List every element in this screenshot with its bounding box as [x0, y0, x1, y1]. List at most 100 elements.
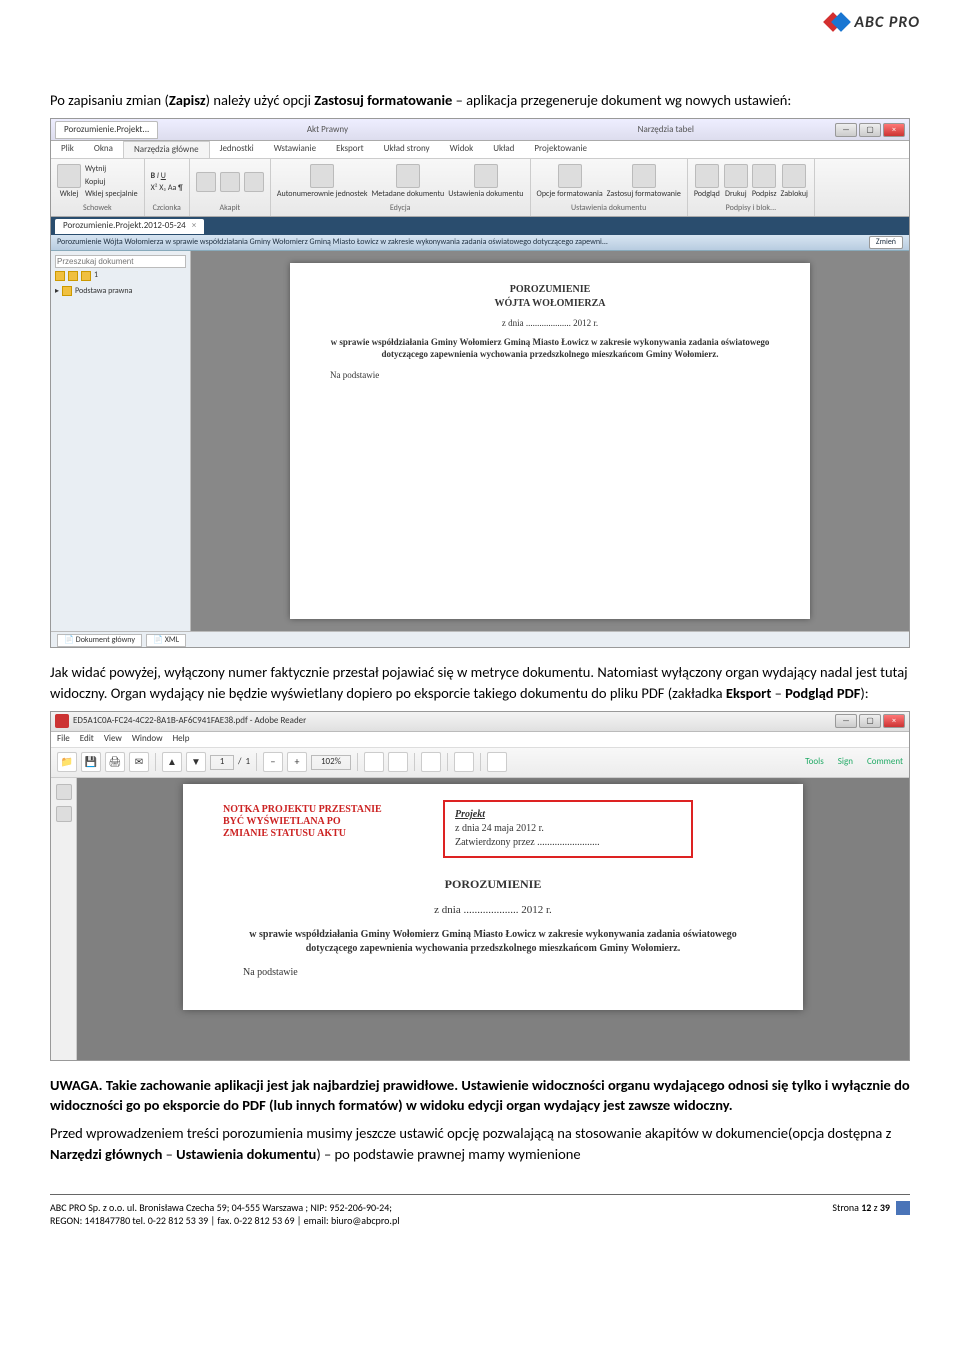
tab-jednostki[interactable]: Jednostki	[210, 141, 264, 158]
menu-view[interactable]: View	[104, 733, 122, 746]
ribbon-group-schowek: Wklej Wytnij Kopiuj Wklej specjalnie Sch…	[51, 159, 145, 216]
sign-link[interactable]: Sign	[838, 756, 853, 769]
tree-icon[interactable]	[68, 271, 78, 281]
ribbon: Wklej Wytnij Kopiuj Wklej specjalnie Sch…	[51, 159, 909, 217]
close-button[interactable]: ×	[883, 714, 905, 728]
comment-link[interactable]: Comment	[867, 756, 903, 769]
minimize-button[interactable]: —	[835, 714, 857, 728]
document-tab[interactable]: Porozumienie.Projekt.2012-05-24×	[55, 219, 204, 234]
paste-button[interactable]: Wklej	[57, 164, 81, 200]
menu-help[interactable]: Help	[173, 733, 190, 746]
reader-canvas[interactable]: NOTKA PROJEKTU PRZESTANIE BYĆ WYŚWIETLAN…	[77, 778, 909, 1061]
font-bold-italic-underline[interactable]: B I U	[151, 171, 183, 182]
thumbnails-icon[interactable]	[56, 784, 72, 800]
page-up-icon[interactable]: ▲	[162, 752, 182, 772]
tool-icon-4[interactable]	[454, 752, 474, 772]
document-info-text: Porozumienie Wójta Wołomierza w sprawie …	[57, 237, 608, 248]
paste-special-button[interactable]: Wklej specjalnie	[85, 189, 138, 200]
paste-icon	[57, 164, 81, 188]
format-options-button[interactable]: Opcje formatowania	[537, 164, 603, 200]
tools-link[interactable]: Tools	[805, 756, 824, 769]
print-icon	[724, 164, 748, 188]
menu-edit[interactable]: Edit	[80, 733, 94, 746]
copy-button[interactable]: Kopiuj	[85, 177, 138, 188]
sign-button[interactable]: Podpisz	[752, 164, 777, 200]
settings-icon	[474, 164, 498, 188]
reader-sidebar	[51, 778, 77, 1061]
pdf-title: POROZUMIENIE	[243, 876, 743, 893]
pdf-page: NOTKA PROJEKTU PRZESTANIE BYĆ WYŚWIETLAN…	[183, 784, 803, 1010]
align-icon-2[interactable]	[220, 172, 240, 192]
tab-uklad[interactable]: Układ	[483, 141, 524, 158]
close-button[interactable]: ×	[883, 123, 905, 137]
window-title-center: Akt Prawny	[158, 124, 496, 137]
doc-date: z dnia .................... 2012 r.	[330, 317, 770, 330]
tab-plik[interactable]: Plik	[51, 141, 84, 158]
pdf-date: z dnia .................... 2012 r.	[243, 903, 743, 918]
tab-eksport[interactable]: Eksport	[326, 141, 374, 158]
lock-icon	[782, 164, 806, 188]
attachments-icon[interactable]	[56, 806, 72, 822]
tab-close-icon[interactable]: ×	[192, 220, 196, 231]
tab-projektowanie[interactable]: Projektowanie	[524, 141, 597, 158]
menu-window[interactable]: Window	[132, 733, 163, 746]
maximize-button[interactable]: ▢	[859, 714, 881, 728]
page-marker-icon	[896, 1201, 910, 1215]
page-down-icon[interactable]: ▼	[186, 752, 206, 772]
menu-file[interactable]: File	[57, 733, 70, 746]
settings-button[interactable]: Ustawienia dokumentu	[448, 164, 523, 200]
zoom-level[interactable]: 102%	[311, 755, 351, 770]
header-logo: ABC PRO	[826, 10, 920, 34]
footer-right: Strona 12 z 39	[832, 1201, 910, 1215]
tool-icon-3[interactable]	[421, 752, 441, 772]
tree-item-podstawa-prawna[interactable]: ▸Podstawa prawna	[55, 284, 186, 299]
save-icon[interactable]: 💾	[81, 752, 101, 772]
align-icon[interactable]	[196, 172, 216, 192]
document-info-bar: Porozumienie Wójta Wołomierza w sprawie …	[51, 235, 909, 251]
lock-button[interactable]: Zablokuj	[781, 164, 808, 200]
open-file-icon[interactable]: 📁	[57, 752, 77, 772]
zoom-out-icon[interactable]: −	[263, 752, 283, 772]
doc-title-1: POROZUMIENIE	[330, 283, 770, 297]
orb-button[interactable]: Porozumienie.Projekt...	[55, 121, 158, 140]
change-button[interactable]: Zmień	[869, 236, 903, 249]
search-input[interactable]	[55, 255, 186, 268]
page-current[interactable]: 1	[210, 755, 234, 770]
tab-uklad-strony[interactable]: Układ strony	[374, 141, 440, 158]
tool-icon-1[interactable]	[364, 752, 384, 772]
align-icon-3[interactable]	[244, 172, 264, 192]
page-footer: ABC PRO Sp. z o.o. ul. Bronisława Czecha…	[50, 1194, 910, 1227]
font-misc[interactable]: X² X₂ Aa ¶	[151, 183, 183, 194]
tree-icon[interactable]	[55, 271, 65, 281]
tool-icon-5[interactable]	[487, 752, 507, 772]
reader-menubar: File Edit View Window Help	[51, 732, 909, 748]
autonumber-button[interactable]: Autonumerownie jednostek	[277, 164, 368, 200]
footer-left: ABC PRO Sp. z o.o. ul. Bronisława Czecha…	[50, 1201, 400, 1227]
tab-narzedzia-glowne[interactable]: Narzędzia główne	[123, 141, 210, 158]
window-controls: — ▢ ×	[835, 123, 905, 137]
zoom-in-icon[interactable]: +	[287, 752, 307, 772]
tab-wstawianie[interactable]: Wstawianie	[264, 141, 326, 158]
preview-button[interactable]: Podgląd	[694, 164, 720, 200]
main-doc-button[interactable]: 📄 Dokument główny	[57, 634, 142, 647]
print-icon[interactable]: 🖨	[105, 752, 125, 772]
maximize-button[interactable]: ▢	[859, 123, 881, 137]
tree-toolbar: 1	[55, 268, 186, 283]
xml-button[interactable]: 📄 XML	[146, 634, 186, 647]
folder-icon	[62, 286, 72, 296]
minimize-button[interactable]: —	[835, 123, 857, 137]
mail-icon[interactable]: ✉	[129, 752, 149, 772]
tab-okna[interactable]: Okna	[84, 141, 123, 158]
document-page: POROZUMIENIE WÓJTA WOŁOMIERZA z dnia ...…	[290, 263, 810, 619]
paragraph-1: Po zapisaniu zmian (Zapisz) należy użyć …	[50, 90, 910, 110]
metadata-button[interactable]: Metadane dokumentu	[371, 164, 444, 200]
cut-button[interactable]: Wytnij	[85, 164, 138, 175]
document-canvas[interactable]: POROZUMIENIE WÓJTA WOŁOMIERZA z dnia ...…	[191, 251, 909, 631]
tool-icon-2[interactable]	[388, 752, 408, 772]
apply-format-button[interactable]: Zastosuj formatowanie	[607, 164, 681, 200]
tab-widok[interactable]: Widok	[440, 141, 484, 158]
tree-icon[interactable]	[81, 271, 91, 281]
print-button[interactable]: Drukuj	[724, 164, 748, 200]
ribbon-group-podpisy: Podgląd Drukuj Podpisz Zablokuj Podpisy …	[688, 159, 815, 216]
logo-text: ABC PRO	[854, 13, 920, 32]
